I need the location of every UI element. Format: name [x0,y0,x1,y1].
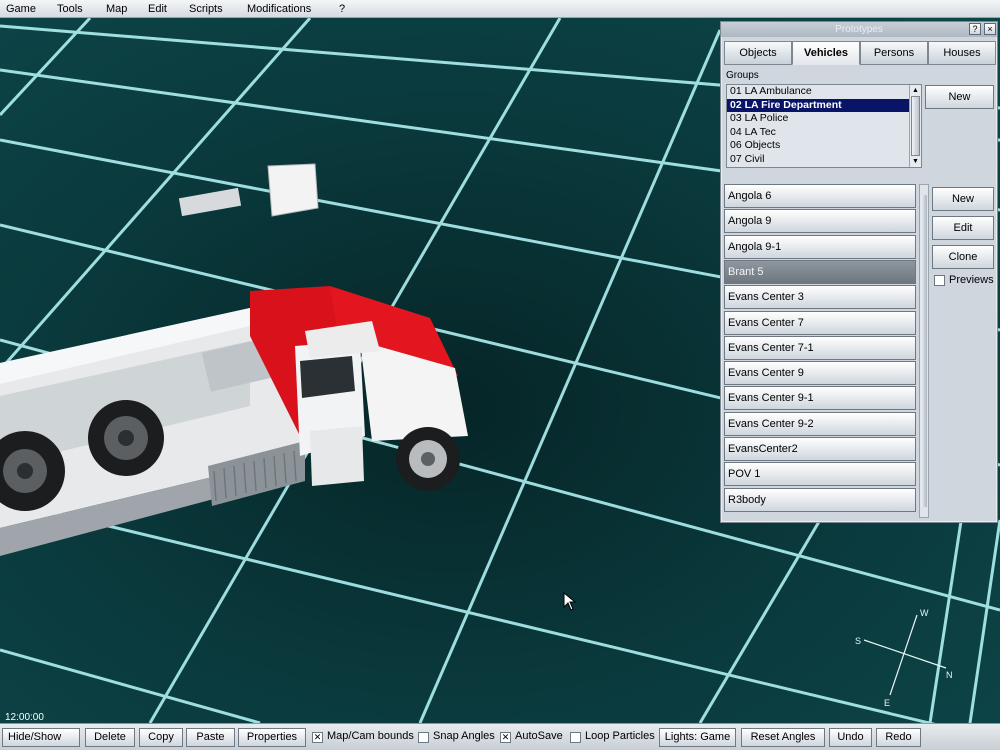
compass-west: W [920,608,929,618]
scroll-thumb[interactable] [911,96,920,156]
fire-truck-model[interactable] [0,136,480,616]
game-clock: 12:00:00 [5,712,44,723]
loop-particles-label: Loop Particles [585,730,655,742]
menu-edit[interactable]: Edit [148,3,167,15]
new-prototype-button[interactable]: New [932,187,994,211]
compass-icon [863,614,947,696]
snap-angles-checkbox[interactable] [418,732,429,743]
lights-button[interactable]: Lights: Game [659,728,736,747]
panel-title: Prototypes [721,22,997,37]
scroll-up-icon[interactable]: ▲ [911,86,920,95]
group-item[interactable]: 04 LA Tec [727,126,921,140]
list-item[interactable]: Evans Center 9-1 [724,386,916,411]
list-item[interactable]: Evans Center 3 [724,285,916,310]
map-cam-bounds-checkbox[interactable]: ✕ [312,732,323,743]
compass-east: E [884,698,891,708]
scroll-down-icon[interactable]: ▼ [911,157,920,166]
list-item[interactable]: Angola 9 [724,209,916,234]
compass-south: S [855,636,862,646]
autosave-label: AutoSave [515,730,563,742]
groups-scrollbar[interactable]: ▲ ▼ [909,85,921,167]
compass: W S E N [850,600,960,713]
prototype-list[interactable]: Angola 6 Angola 9 Angola 9-1 Brant 5 Eva… [724,184,930,518]
edit-prototype-button[interactable]: Edit [932,216,994,240]
list-item[interactable]: Evans Center 9 [724,361,916,386]
list-item[interactable]: R3body [724,487,916,512]
prototype-tabs: Objects Vehicles Persons Houses [724,41,996,65]
new-group-button[interactable]: New [925,85,994,109]
paste-button[interactable]: Paste [186,728,235,747]
menu-game[interactable]: Game [6,3,36,15]
reset-angles-button[interactable]: Reset Angles [741,728,825,747]
redo-button[interactable]: Redo [876,728,921,747]
list-item[interactable]: Evans Center 7 [724,310,916,335]
cursor-icon [563,592,577,611]
undo-button[interactable]: Undo [829,728,872,747]
list-item[interactable]: Evans Center 7-1 [724,335,916,360]
properties-button[interactable]: Properties [238,728,306,747]
group-item-selected[interactable]: 02 LA Fire Department [727,98,921,112]
menu-tools[interactable]: Tools [57,3,83,15]
group-item[interactable]: 03 LA Police [727,112,921,126]
copy-button[interactable]: Copy [139,728,183,747]
groups-list[interactable]: 01 LA Ambulance 02 LA Fire Department 03… [726,84,922,168]
delete-button[interactable]: Delete [85,728,135,747]
autosave-checkbox[interactable]: ✕ [500,732,511,743]
help-button[interactable]: ? [969,23,981,35]
menu-bar: Game Tools Map Edit Scripts Modification… [0,0,1000,18]
previews-checkbox[interactable] [934,275,945,286]
loop-particles-checkbox[interactable] [570,732,581,743]
tab-houses[interactable]: Houses [928,41,996,65]
tab-objects[interactable]: Objects [724,41,792,65]
previews-label: Previews [949,274,994,286]
list-item[interactable]: POV 1 [724,462,916,487]
snap-angles-label: Snap Angles [433,730,495,742]
menu-scripts[interactable]: Scripts [189,3,223,15]
clone-prototype-button[interactable]: Clone [932,245,994,269]
menu-map[interactable]: Map [106,3,127,15]
menu-modifications[interactable]: Modifications [247,3,311,15]
bottom-toolbar: Hide/Show Delete Copy Paste Properties ✕… [0,723,1000,750]
list-item-selected[interactable]: Brant 5 [724,259,916,284]
prototype-scrollbar[interactable] [919,184,929,518]
close-icon[interactable]: × [984,23,996,35]
group-item[interactable]: 06 Objects [727,139,921,153]
list-item[interactable]: Angola 6 [724,184,916,208]
groups-label: Groups [726,70,759,81]
menu-help[interactable]: ? [339,3,345,15]
map-cam-bounds-label: Map/Cam bounds [327,730,414,742]
tab-persons[interactable]: Persons [860,41,928,65]
list-item[interactable]: Angola 9-1 [724,234,916,259]
group-item[interactable]: 07 Civil [727,153,921,167]
compass-north: N [946,670,953,680]
hide-show-button[interactable]: Hide/Show [2,728,80,747]
list-item[interactable]: Evans Center 9-2 [724,411,916,436]
group-item[interactable]: 01 LA Ambulance [727,85,921,99]
tab-vehicles[interactable]: Vehicles [792,41,860,65]
list-item[interactable]: EvansCenter2 [724,437,916,461]
prototypes-panel: Prototypes ? × Objects Vehicles Persons … [720,21,998,523]
scroll-thumb[interactable] [921,195,927,507]
